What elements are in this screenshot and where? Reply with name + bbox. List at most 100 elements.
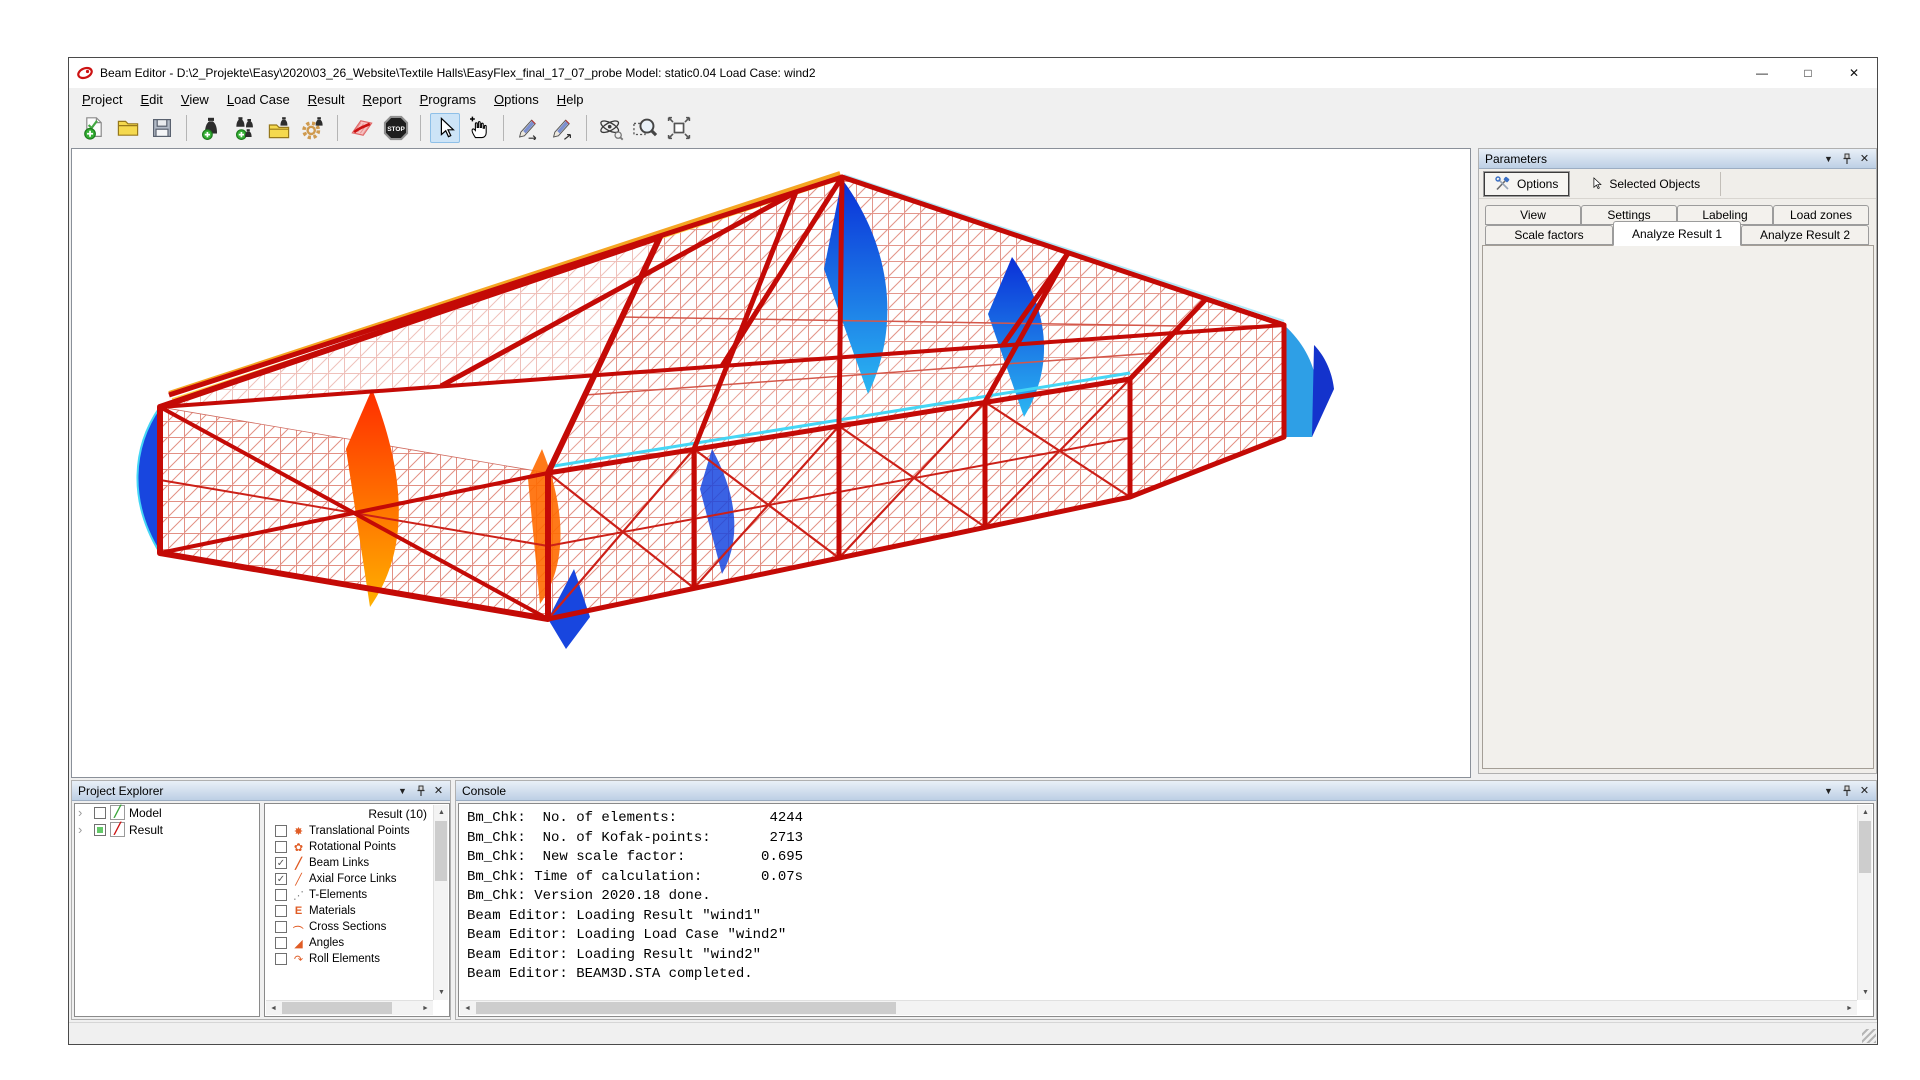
checkbox[interactable]: [275, 905, 287, 917]
tab-analyze-result-1[interactable]: Analyze Result 1: [1613, 221, 1741, 246]
panel-title: Console: [462, 784, 1818, 798]
list-horizontal-scrollbar[interactable]: ◄ ►: [266, 1000, 433, 1015]
list-item-t-elements[interactable]: ⋰T-Elements: [265, 887, 449, 903]
checkbox-checked[interactable]: ✓: [275, 873, 287, 885]
scroll-right-icon[interactable]: ►: [1842, 1001, 1857, 1016]
draw-beam-chain-tool-button[interactable]: [547, 113, 577, 143]
list-item-translational-points[interactable]: ✸Translational Points: [265, 823, 449, 839]
list-vertical-scrollbar[interactable]: ▲ ▼: [433, 805, 448, 1000]
zoom-region-tool-button[interactable]: [630, 113, 660, 143]
menu-edit[interactable]: Edit: [131, 90, 171, 109]
checkbox[interactable]: [275, 889, 287, 901]
pan-select-tool-button[interactable]: [464, 113, 494, 143]
scroll-thumb[interactable]: [476, 1002, 896, 1014]
show-results-button[interactable]: [347, 113, 377, 143]
selected-objects-mode-label: Selected Objects: [1609, 177, 1700, 191]
scroll-thumb[interactable]: [435, 821, 447, 881]
scroll-thumb[interactable]: [282, 1002, 392, 1014]
panel-dropdown-icon[interactable]: ▼: [1821, 786, 1836, 796]
panel-close-icon[interactable]: ✕: [1857, 784, 1872, 797]
menu-programs[interactable]: Programs: [411, 90, 485, 109]
result-checkbox[interactable]: [94, 824, 106, 836]
checkbox[interactable]: [275, 921, 287, 933]
menu-load-case[interactable]: Load Case: [218, 90, 299, 109]
menu-view[interactable]: View: [172, 90, 218, 109]
panel-dropdown-icon[interactable]: ▼: [395, 786, 410, 796]
pin-icon[interactable]: [413, 785, 428, 797]
tab-analyze-result-2[interactable]: Analyze Result 2: [1741, 225, 1869, 245]
tree-item-result[interactable]: › ╱ Result: [75, 821, 259, 838]
scroll-up-icon[interactable]: ▲: [1858, 805, 1873, 820]
load-case-settings-button[interactable]: [298, 113, 328, 143]
panel-dropdown-icon[interactable]: ▼: [1821, 154, 1836, 164]
scroll-up-icon[interactable]: ▲: [434, 805, 449, 820]
model-viewport[interactable]: [71, 148, 1471, 778]
cursor-arrow-icon: [1589, 176, 1603, 191]
minimize-button[interactable]: —: [1739, 58, 1785, 88]
save-button[interactable]: [147, 113, 177, 143]
menu-project[interactable]: Project: [73, 90, 131, 109]
menu-result[interactable]: Result: [299, 90, 354, 109]
list-item-roll-elements[interactable]: ↷Roll Elements: [265, 951, 449, 967]
scroll-thumb[interactable]: [1859, 821, 1871, 873]
pin-icon[interactable]: [1839, 153, 1854, 165]
stop-button[interactable]: STOP: [381, 113, 411, 143]
list-item-label: Materials: [309, 905, 356, 917]
menu-report[interactable]: Report: [354, 90, 411, 109]
scroll-left-icon[interactable]: ◄: [266, 1001, 281, 1016]
menu-options[interactable]: Options: [485, 90, 548, 109]
add-load-cases-button[interactable]: [230, 113, 260, 143]
checkbox[interactable]: [275, 841, 287, 853]
toolbar-separator: [586, 115, 587, 141]
expander-icon[interactable]: ›: [78, 806, 90, 819]
list-item-rotational-points[interactable]: ✿Rotational Points: [265, 839, 449, 855]
app-window: Beam Editor - D:\2_Projekte\Easy\2020\03…: [68, 57, 1878, 1045]
model-viewport-scene: [72, 149, 1470, 777]
result-layer-list: Result (10) ✸Translational Points ✿Rotat…: [264, 803, 450, 1017]
panel-title: Project Explorer: [78, 784, 392, 798]
options-mode-button[interactable]: Options: [1484, 172, 1569, 196]
list-item-beam-links[interactable]: ✓╱Beam Links: [265, 855, 449, 871]
expander-icon[interactable]: ›: [78, 823, 90, 836]
tab-scale-factors[interactable]: Scale factors: [1485, 225, 1613, 245]
pin-icon[interactable]: [1839, 785, 1854, 797]
checkbox[interactable]: [275, 953, 287, 965]
new-project-button[interactable]: [79, 113, 109, 143]
maximize-button[interactable]: □: [1785, 58, 1831, 88]
scroll-right-icon[interactable]: ►: [418, 1001, 433, 1016]
toolbar-separator: [337, 115, 338, 141]
close-button[interactable]: ✕: [1831, 58, 1877, 88]
tab-load-zones[interactable]: Load zones: [1773, 205, 1869, 225]
list-item-axial-force-links[interactable]: ✓╱Axial Force Links: [265, 871, 449, 887]
selected-objects-mode-button[interactable]: Selected Objects: [1579, 172, 1710, 196]
orbit-3d-tool-button[interactable]: [596, 113, 626, 143]
list-item-materials[interactable]: EMaterials: [265, 903, 449, 919]
open-load-case-button[interactable]: [264, 113, 294, 143]
fit-view-tool-button[interactable]: [664, 113, 694, 143]
toolbar-separator: [186, 115, 187, 141]
scroll-down-icon[interactable]: ▼: [1858, 985, 1873, 1000]
list-item-angles[interactable]: ◢Angles: [265, 935, 449, 951]
scroll-down-icon[interactable]: ▼: [434, 985, 449, 1000]
list-item-cross-sections[interactable]: (Cross Sections: [265, 919, 449, 935]
checkbox-checked[interactable]: ✓: [275, 857, 287, 869]
console-vertical-scrollbar[interactable]: ▲ ▼: [1857, 805, 1872, 1000]
add-load-case-button[interactable]: [196, 113, 226, 143]
console-horizontal-scrollbar[interactable]: ◄ ►: [460, 1000, 1857, 1015]
model-tree: › ╱ Model › ╱ Result: [74, 803, 260, 1017]
console-output[interactable]: Bm_Chk: No. of elements: 4244 Bm_Chk: No…: [458, 803, 1874, 1017]
tree-item-model[interactable]: › ╱ Model: [75, 804, 259, 821]
checkbox[interactable]: [275, 937, 287, 949]
select-tool-button[interactable]: [430, 113, 460, 143]
tab-view[interactable]: View: [1485, 205, 1581, 225]
draw-beam-tool-button[interactable]: [513, 113, 543, 143]
panel-close-icon[interactable]: ✕: [1857, 152, 1872, 165]
checkbox[interactable]: [275, 825, 287, 837]
panel-close-icon[interactable]: ✕: [431, 784, 446, 797]
scroll-left-icon[interactable]: ◄: [460, 1001, 475, 1016]
model-checkbox[interactable]: [94, 807, 106, 819]
open-project-button[interactable]: [113, 113, 143, 143]
resize-grip-icon[interactable]: [1862, 1029, 1876, 1043]
folder-weight-icon: [267, 116, 291, 140]
menu-help[interactable]: Help: [548, 90, 593, 109]
